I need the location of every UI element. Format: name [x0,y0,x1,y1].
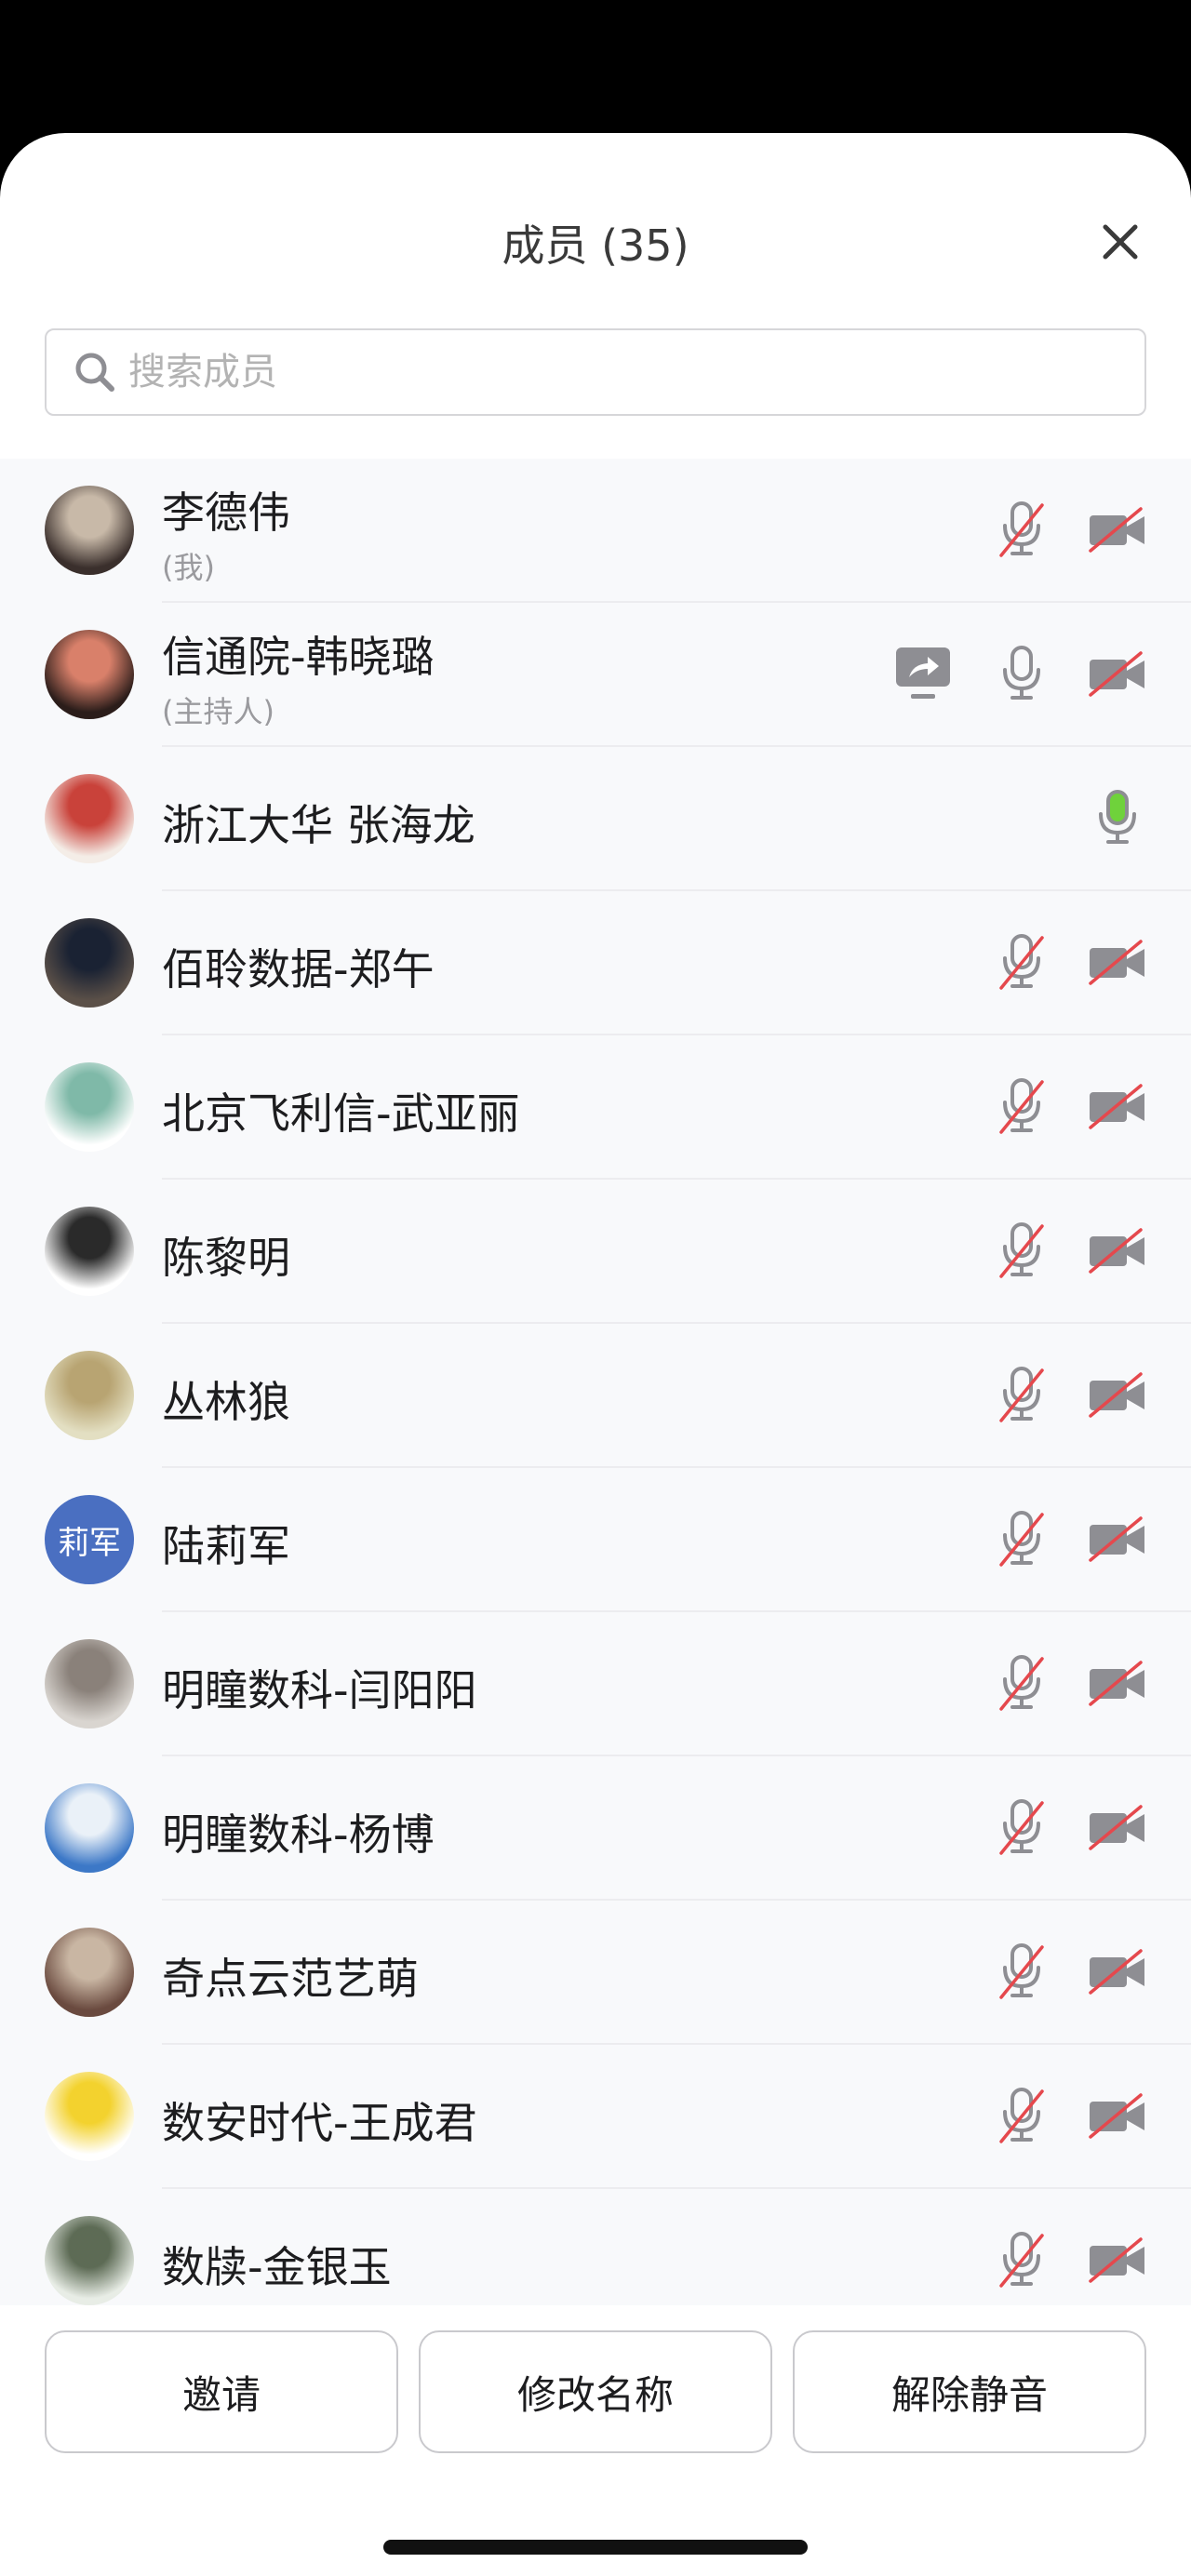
member-name: 陆莉军 [162,1521,290,1571]
camera-off-icon [1084,1073,1151,1140]
list-item[interactable]: 奇点云范艺萌 [0,1901,1191,2045]
member-name: 奇点云范艺萌 [162,1954,419,2004]
member-role: (主持人) [162,694,274,729]
close-button[interactable] [1093,215,1147,269]
page-title: 成员 (35) [502,220,689,271]
avatar [45,486,134,575]
avatar [45,2072,134,2161]
avatar [45,1207,134,1296]
member-list[interactable]: 李德伟 (我) 信通院-韩晓璐 (主持人) 浙江大华 张海龙 佰聆数据-郑午北京飞利信-武… [0,459,1191,2305]
camera-off-icon [1084,496,1151,563]
mic-muted-icon [988,2082,1055,2149]
camera-off-icon [1084,1938,1151,2005]
avatar [45,2216,134,2305]
mic-icon [988,640,1055,707]
member-name: 明瞳数科-杨博 [162,1809,435,1860]
avatar [45,1783,134,1873]
list-item[interactable]: 莉军 陆莉军 [0,1468,1191,1612]
avatar-initials: 莉军 [58,1524,121,1562]
avatar [45,630,134,719]
camera-off-icon [1084,640,1151,707]
list-item[interactable]: 明瞳数科-杨博 [0,1756,1191,1901]
member-name: 浙江大华 张海龙 [162,800,475,850]
camera-off-icon [1084,1794,1151,1861]
member-name: 陈黎明 [162,1233,290,1283]
member-name: 北京飞利信-武亚丽 [162,1088,520,1139]
footer-toolbar: 邀请 修改名称 解除静音 [0,2305,1191,2576]
list-item[interactable]: 佰聆数据-郑午 [0,891,1191,1035]
mic-muted-icon [988,1649,1055,1716]
avatar [45,1639,134,1728]
avatar [45,774,134,863]
list-item[interactable]: 陈黎明 [0,1180,1191,1324]
member-name: 数安时代-王成君 [162,2098,477,2148]
member-name: 丛林狼 [162,1377,290,1427]
list-item[interactable]: 丛林狼 [0,1324,1191,1468]
list-item[interactable]: 信通院-韩晓璐 (主持人) [0,603,1191,747]
camera-off-icon [1084,2082,1151,2149]
list-item[interactable]: 数安时代-王成君 [0,2045,1191,2189]
unmute-button[interactable]: 解除静音 [793,2330,1146,2453]
mic-muted-icon [988,496,1055,563]
search-icon [73,349,119,395]
list-item[interactable]: 李德伟 (我) [0,459,1191,603]
member-name: 李德伟 [162,487,290,538]
camera-off-icon [1084,1217,1151,1284]
mic-muted-icon [988,928,1055,995]
camera-off-icon [1084,1505,1151,1572]
close-icon [1103,224,1138,260]
mic-muted-icon [988,1794,1055,1861]
member-role: (我) [162,550,215,585]
invite-button[interactable]: 邀请 [45,2330,398,2453]
camera-off-icon [1084,928,1151,995]
list-item[interactable]: 北京飞利信-武亚丽 [0,1035,1191,1180]
mic-muted-icon [988,1938,1055,2005]
camera-off-icon [1084,1361,1151,1428]
mic-muted-icon [988,1505,1055,1572]
avatar [45,1351,134,1440]
members-sheet: 成员 (35) 李德伟 (我) 信通院-韩晓璐 (主持人) 浙江大华 张海龙佰聆数据-郑… [0,133,1191,2576]
list-item[interactable]: 明瞳数科-闫阳阳 [0,1612,1191,1756]
camera-off-icon [1084,1649,1151,1716]
mic-muted-icon [988,2226,1055,2293]
search-box[interactable] [45,328,1146,416]
rename-button[interactable]: 修改名称 [419,2330,772,2453]
mic-muted-icon [988,1361,1055,1428]
member-name: 数牍-金银玉 [162,2242,392,2292]
mic-speaking-icon [1084,784,1151,851]
screen-share-icon [890,640,957,707]
mic-muted-icon [988,1073,1055,1140]
mic-muted-icon [988,1217,1055,1284]
avatar [45,918,134,1008]
list-item[interactable]: 数牍-金银玉 [0,2189,1191,2305]
avatar: 莉军 [45,1495,134,1584]
list-item[interactable]: 浙江大华 张海龙 [0,747,1191,891]
search-input[interactable] [128,351,1144,394]
avatar [45,1928,134,2017]
camera-off-icon [1084,2226,1151,2293]
member-name: 明瞳数科-闫阳阳 [162,1665,477,1715]
sheet-header: 成员 (35) [0,133,1191,319]
avatar [45,1062,134,1152]
member-name: 佰聆数据-郑午 [162,944,435,994]
home-indicator [383,2540,808,2555]
member-name: 信通院-韩晓璐 [162,632,435,682]
